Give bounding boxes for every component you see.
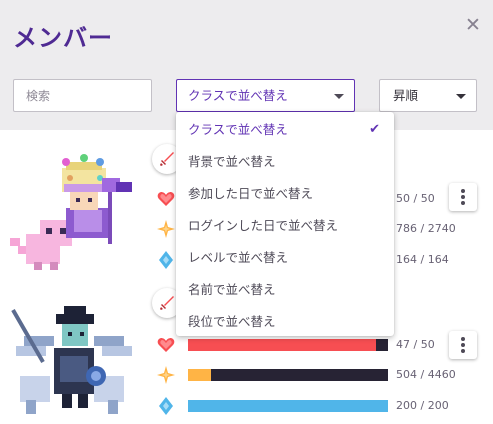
sort-option-class[interactable]: クラスで並べ替え ✔ xyxy=(176,114,394,146)
avatar xyxy=(11,306,132,414)
star-icon xyxy=(157,220,175,238)
mana-drop-icon xyxy=(159,397,173,415)
experience-value: 504 / 4460 xyxy=(396,368,456,381)
sort-dropdown[interactable]: クラスで並べ替え xyxy=(176,79,355,112)
mana-value: 200 / 200 xyxy=(396,399,449,412)
sword-icon xyxy=(160,296,174,310)
dot-icon xyxy=(461,195,465,199)
heart-icon xyxy=(157,338,175,352)
sort-option-login[interactable]: ログインした日で並べ替え xyxy=(176,210,394,242)
health-bar xyxy=(188,339,388,351)
members-header: メンバー ✕ クラスで並べ替え 昇順 xyxy=(0,0,493,130)
experience-bar xyxy=(188,369,388,381)
sort-option-joined[interactable]: 参加した日で並べ替え xyxy=(176,178,394,210)
health-value: 47 / 50 xyxy=(396,338,435,351)
sword-icon xyxy=(160,152,174,166)
mana-bar xyxy=(188,400,388,412)
dot-icon xyxy=(461,189,465,193)
caret-down-icon xyxy=(456,94,466,99)
order-dropdown-value: 昇順 xyxy=(393,88,419,103)
search-input[interactable] xyxy=(13,79,152,112)
sort-option-name[interactable]: 名前で並べ替え xyxy=(176,274,394,306)
check-icon: ✔ xyxy=(369,122,380,137)
health-bar-fill xyxy=(188,339,376,351)
close-icon[interactable]: ✕ xyxy=(462,14,484,36)
caret-down-icon xyxy=(334,94,344,99)
more-options-button[interactable] xyxy=(449,183,477,211)
dot-icon xyxy=(461,349,465,353)
avatar xyxy=(10,154,132,270)
dot-icon xyxy=(461,343,465,347)
sort-menu: クラスで並べ替え ✔ 背景で並べ替え 参加した日で並べ替え ログインした日で並べ… xyxy=(176,112,394,336)
order-dropdown[interactable]: 昇順 xyxy=(379,79,477,112)
experience-bar-fill xyxy=(188,369,211,381)
sort-option-tier[interactable]: 段位で並べ替え xyxy=(176,306,394,338)
mana-drop-icon xyxy=(159,251,173,269)
star-icon xyxy=(157,366,175,384)
mana-value: 164 / 164 xyxy=(396,253,449,266)
health-value: 50 / 50 xyxy=(396,192,435,205)
page-title: メンバー xyxy=(13,24,113,52)
more-options-button[interactable] xyxy=(449,331,477,359)
mana-bar-fill xyxy=(188,400,388,412)
dot-icon xyxy=(461,201,465,205)
sort-option-background[interactable]: 背景で並べ替え xyxy=(176,146,394,178)
sort-dropdown-value: クラスで並べ替え xyxy=(188,88,288,103)
sort-option-level[interactable]: レベルで並べ替え xyxy=(176,242,394,274)
experience-value: 786 / 2740 xyxy=(396,222,456,235)
heart-icon xyxy=(157,192,175,206)
dot-icon xyxy=(461,337,465,341)
